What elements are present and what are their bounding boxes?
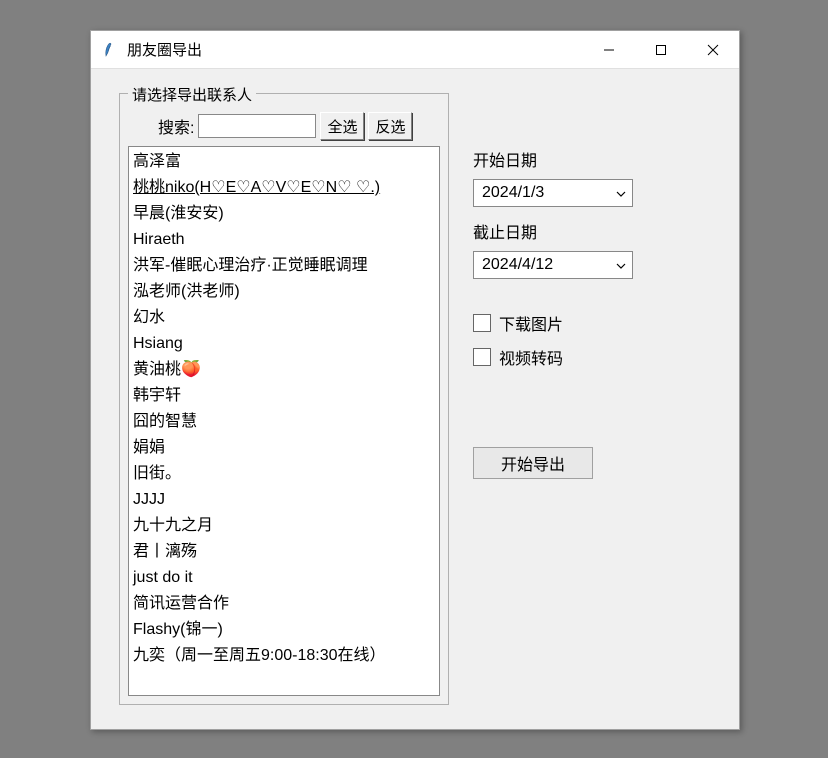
list-item[interactable]: 九奕（周一至周五9:00-18:30在线） xyxy=(133,643,435,669)
invert-selection-button[interactable]: 反选 xyxy=(368,112,412,140)
end-date-label: 截止日期 xyxy=(473,219,711,243)
list-item[interactable]: 旧街。 xyxy=(133,461,435,487)
download-images-checkbox[interactable]: 下载图片 xyxy=(473,311,711,335)
contact-listbox-wrap: 高泽富桃桃niko(H♡E♡A♡V♡E♡N♡ ♡.)早晨(淮安安)Hiraeth… xyxy=(128,146,440,696)
maximize-button[interactable] xyxy=(635,31,687,69)
start-date-label: 开始日期 xyxy=(473,147,711,171)
list-item[interactable]: just do it xyxy=(133,565,435,591)
list-item[interactable]: 洪军-催眠心理治疗·正觉睡眠调理 xyxy=(133,253,435,279)
group-legend: 请选择导出联系人 xyxy=(128,84,256,105)
left-panel: 请选择导出联系人 搜索: 全选 反选 高泽富桃桃niko(H♡E♡A♡V♡E♡N… xyxy=(119,93,449,705)
start-date-combo[interactable]: 2024/1/3 xyxy=(473,179,633,207)
search-row: 搜索: 全选 反选 xyxy=(128,112,440,140)
chevron-down-icon xyxy=(616,256,626,274)
search-label: 搜索: xyxy=(158,114,194,138)
list-item[interactable]: 囧的智慧 xyxy=(133,409,435,435)
list-item[interactable]: 黄油桃🍑 xyxy=(133,357,435,383)
select-all-button[interactable]: 全选 xyxy=(320,112,364,140)
list-item[interactable]: 简讯运营合作 xyxy=(133,591,435,617)
list-item[interactable]: 桃桃niko(H♡E♡A♡V♡E♡N♡ ♡.) xyxy=(133,175,435,201)
checkbox-box xyxy=(473,314,491,332)
titlebar: 朋友圈导出 xyxy=(91,31,739,69)
list-item[interactable]: 早晨(淮安安) xyxy=(133,201,435,227)
list-item[interactable]: 九十九之月 xyxy=(133,513,435,539)
window-title: 朋友圈导出 xyxy=(127,39,202,60)
end-date-combo[interactable]: 2024/4/12 xyxy=(473,251,633,279)
list-item[interactable]: 娟娟 xyxy=(133,435,435,461)
list-item[interactable]: 君丨漓殇 xyxy=(133,539,435,565)
list-item[interactable]: Flashy(锦一) xyxy=(133,617,435,643)
end-date-value: 2024/4/12 xyxy=(482,256,553,274)
chevron-down-icon xyxy=(616,184,626,202)
checkbox-box xyxy=(473,348,491,366)
list-item[interactable]: Hiraeth xyxy=(133,227,435,253)
list-item[interactable]: 幻水 xyxy=(133,305,435,331)
list-item[interactable]: 高泽富 xyxy=(133,149,435,175)
right-panel: 开始日期 2024/1/3 截止日期 2024/4/12 下载图片 xyxy=(473,93,711,705)
list-item[interactable]: JJJJ xyxy=(133,487,435,513)
start-export-button[interactable]: 开始导出 xyxy=(473,447,593,479)
video-transcode-checkbox[interactable]: 视频转码 xyxy=(473,345,711,369)
app-icon xyxy=(101,41,119,59)
contact-group: 请选择导出联系人 搜索: 全选 反选 高泽富桃桃niko(H♡E♡A♡V♡E♡N… xyxy=(119,93,449,705)
list-item[interactable]: 韩宇轩 xyxy=(133,383,435,409)
app-window: 朋友圈导出 请选择导出联系人 搜索: 全选 反选 高泽富桃桃niko(H♡E♡ xyxy=(90,30,740,730)
window-body: 请选择导出联系人 搜索: 全选 反选 高泽富桃桃niko(H♡E♡A♡V♡E♡N… xyxy=(91,69,739,729)
download-images-label: 下载图片 xyxy=(499,311,563,335)
minimize-button[interactable] xyxy=(583,31,635,69)
close-button[interactable] xyxy=(687,31,739,69)
start-date-value: 2024/1/3 xyxy=(482,184,544,202)
video-transcode-label: 视频转码 xyxy=(499,345,563,369)
options-group: 下载图片 视频转码 xyxy=(473,311,711,369)
list-item[interactable]: Hsiang xyxy=(133,331,435,357)
search-input[interactable] xyxy=(198,114,316,138)
list-item[interactable]: 泓老师(洪老师) xyxy=(133,279,435,305)
contact-listbox[interactable]: 高泽富桃桃niko(H♡E♡A♡V♡E♡N♡ ♡.)早晨(淮安安)Hiraeth… xyxy=(129,147,439,695)
